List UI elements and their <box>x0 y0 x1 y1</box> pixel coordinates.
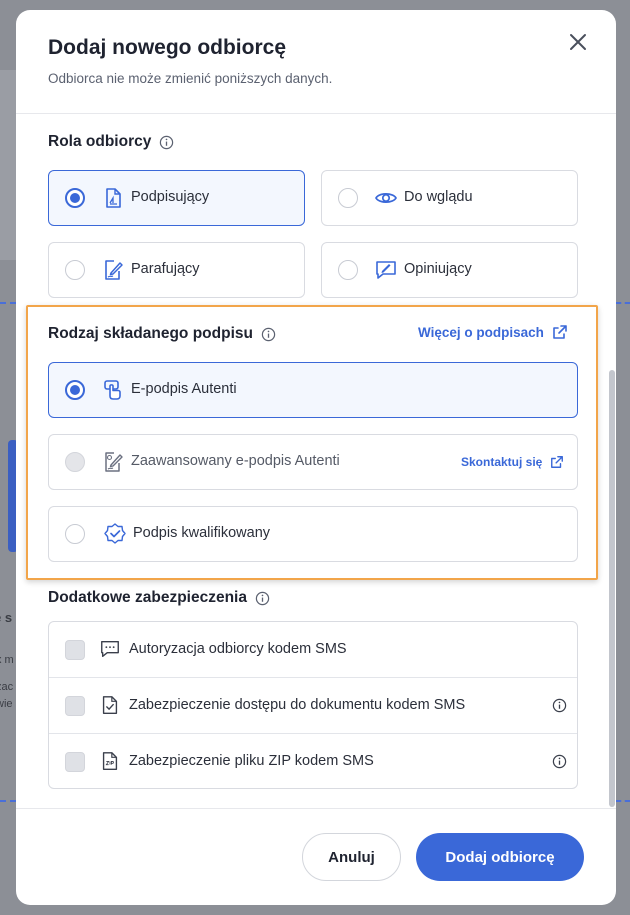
backdrop-text: zac <box>0 681 14 693</box>
more-about-signatures-link[interactable]: Więcej o podpisach <box>418 324 568 340</box>
close-icon <box>570 34 586 50</box>
modal-footer: Anuluj Dodaj odbiorcę <box>16 808 616 905</box>
scrollbar[interactable] <box>609 370 615 807</box>
info-icon[interactable] <box>552 754 567 769</box>
security-option-document-sms[interactable]: Zabezpieczenie dostępu do dokumentu kode… <box>49 678 577 734</box>
security-option-zip-sms[interactable]: Zabezpieczenie pliku ZIP kodem SMS <box>49 734 577 790</box>
backdrop-text: x m <box>0 654 14 666</box>
role-option-label: Do wglądu <box>404 189 473 205</box>
link-label: Więcej o podpisach <box>418 324 544 340</box>
certificate-badge-icon <box>104 523 126 544</box>
touch-sign-icon <box>104 380 121 400</box>
signature-option-label: Podpis kwalifikowany <box>133 525 271 541</box>
info-icon[interactable] <box>552 698 567 713</box>
security-options-list: Autoryzacja odbiorcy kodem SMS Zabezpiec… <box>48 621 578 789</box>
signature-option-e-podpis[interactable]: E-podpis Autenti <box>48 362 578 418</box>
security-option-label: Autoryzacja odbiorcy kodem SMS <box>129 641 347 657</box>
eye-icon <box>375 193 397 203</box>
comment-pen-icon <box>376 261 396 279</box>
external-link-icon <box>553 325 567 339</box>
external-link-icon <box>551 456 564 468</box>
backdrop-text: wie <box>0 698 13 710</box>
signature-option-advanced: Zaawansowany e-podpis Autenti Skontaktuj… <box>48 434 578 490</box>
info-icon[interactable] <box>159 135 174 150</box>
radio-button <box>65 452 85 472</box>
signature-option-qualified[interactable]: Podpis kwalifikowany <box>48 506 578 562</box>
role-option-podpisujacy[interactable]: Podpisujący <box>48 170 305 226</box>
checkbox[interactable] <box>65 752 85 772</box>
role-option-opiniujacy[interactable]: Opiniujący <box>321 242 578 298</box>
role-option-label: Parafujący <box>131 261 200 277</box>
backdrop-panel <box>0 70 16 260</box>
role-option-do-wgladu[interactable]: Do wglądu <box>321 170 578 226</box>
zip-file-icon <box>102 752 118 770</box>
role-section-label: Rola odbiorcy <box>48 133 152 150</box>
contact-us-link[interactable]: Skontaktuj się <box>461 455 564 469</box>
security-option-label: Zabezpieczenie dostępu do dokumentu kode… <box>129 697 466 713</box>
radio-button[interactable] <box>65 188 85 208</box>
backdrop-dashed-line-bottom <box>0 800 16 802</box>
add-recipient-button[interactable]: Dodaj odbiorcę <box>416 833 584 881</box>
security-section-title: Dodatkowe zabezpieczenia <box>48 589 270 607</box>
backdrop-dashed-line-right <box>616 302 630 304</box>
close-button[interactable] <box>564 28 592 56</box>
radio-button[interactable] <box>65 260 85 280</box>
role-section-title: Rola odbiorcy <box>48 133 174 151</box>
backdrop-dashed-line-bottom-right <box>616 800 630 802</box>
link-label: Skontaktuj się <box>461 455 543 469</box>
modal-body: Rola odbiorcy Podpisujący Do wglądu Para… <box>16 115 616 808</box>
backdrop-text: e s <box>0 610 13 625</box>
radio-button[interactable] <box>338 260 358 280</box>
backdrop-dashed-line <box>0 302 16 304</box>
radio-button[interactable] <box>65 524 85 544</box>
info-icon[interactable] <box>255 591 270 606</box>
signature-section-label: Rodzaj składanego podpisu <box>48 325 253 342</box>
role-option-label: Opiniujący <box>404 261 472 277</box>
security-option-label: Zabezpieczenie pliku ZIP kodem SMS <box>129 753 374 769</box>
cancel-button[interactable]: Anuluj <box>302 833 401 881</box>
signature-option-label: Zaawansowany e-podpis Autenti <box>131 453 340 469</box>
radio-button[interactable] <box>65 380 85 400</box>
security-section-label: Dodatkowe zabezpieczenia <box>48 589 247 606</box>
document-check-icon <box>102 696 118 714</box>
security-option-sms-auth[interactable]: Autoryzacja odbiorcy kodem SMS <box>49 622 577 678</box>
info-icon[interactable] <box>261 327 276 342</box>
advanced-sign-icon <box>105 452 123 472</box>
checkbox[interactable] <box>65 640 85 660</box>
role-option-label: Podpisujący <box>131 189 210 205</box>
role-option-parafujacy[interactable]: Parafujący <box>48 242 305 298</box>
modal-title: Dodaj nowego odbiorcę <box>48 36 287 59</box>
modal-header: Dodaj nowego odbiorcę Odbiorca nie może … <box>16 10 616 114</box>
document-sign-icon <box>106 188 121 208</box>
modal-subtitle: Odbiorca nie może zmienić poniższych dan… <box>48 71 333 86</box>
document-pen-icon <box>105 260 123 280</box>
sms-bubble-icon <box>101 640 119 658</box>
signature-section-title: Rodzaj składanego podpisu <box>48 325 276 343</box>
add-recipient-modal: Dodaj nowego odbiorcę Odbiorca nie może … <box>16 10 616 905</box>
radio-button[interactable] <box>338 188 358 208</box>
checkbox[interactable] <box>65 696 85 716</box>
signature-option-label: E-podpis Autenti <box>131 381 237 397</box>
